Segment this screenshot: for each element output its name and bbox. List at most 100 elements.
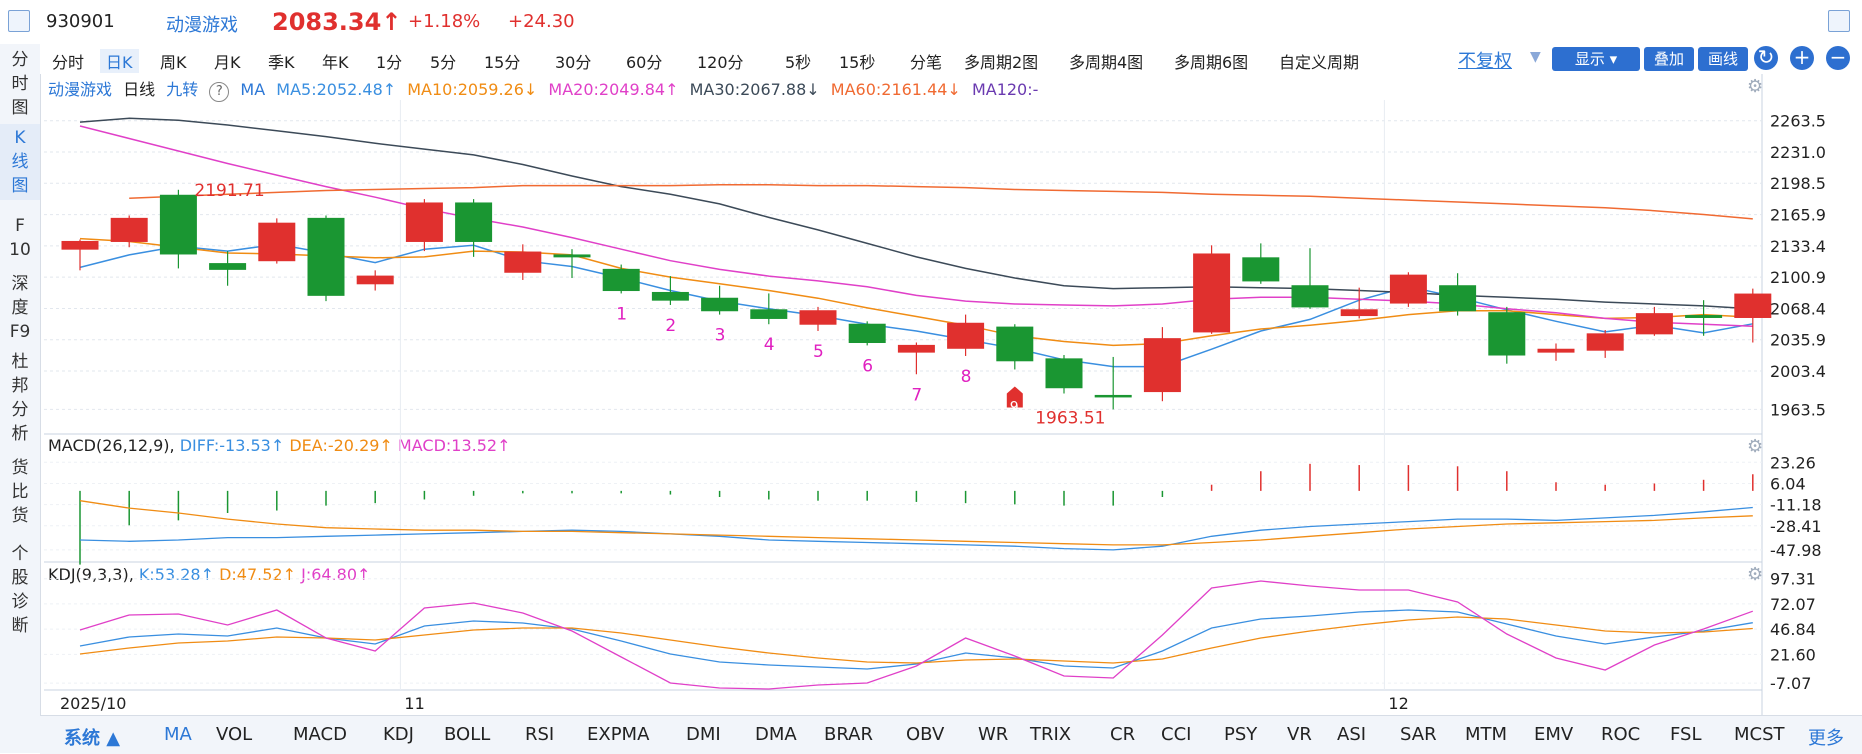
- axis-tick-label: 6.04: [1770, 474, 1806, 493]
- candle-body: [602, 268, 640, 292]
- indicator-bar: 系统 ▲ 更多 MA VOL MACD KDJ BOLL RSI EXPMA DMI DMA BR…: [40, 715, 1862, 754]
- axis-tick-label: 72.07: [1770, 595, 1816, 614]
- indicator-tab[interactable]: VR: [1287, 724, 1312, 745]
- axis-tick-label: 2003.4: [1770, 362, 1826, 381]
- candle-body: [1291, 285, 1329, 308]
- indicator-tab[interactable]: ROC: [1601, 724, 1640, 745]
- indicator-tab[interactable]: MTM: [1465, 724, 1507, 745]
- candle-body: [405, 202, 443, 242]
- nine-turn-number: 8: [961, 367, 972, 387]
- candle-body: [651, 291, 689, 301]
- axis-tick-label: 21.60: [1770, 645, 1816, 664]
- candle-body: [307, 217, 345, 296]
- candle-body: [701, 297, 739, 312]
- candle-body: [504, 251, 542, 273]
- axis-tick-label: 1963.5: [1770, 400, 1826, 419]
- indicator-tab[interactable]: DMI: [686, 724, 721, 745]
- indicator-tab[interactable]: CCI: [1161, 724, 1191, 745]
- date-axis-label: 12: [1388, 694, 1408, 713]
- indicator-tab[interactable]: DMA: [755, 724, 797, 745]
- indicator-tab[interactable]: CR: [1110, 724, 1135, 745]
- candle-body: [1193, 253, 1231, 333]
- nine-turn-number: 6: [862, 356, 873, 376]
- axis-tick-label: 2231.0: [1770, 143, 1826, 162]
- candle-body: [848, 323, 886, 344]
- candle-body: [1685, 315, 1723, 318]
- ma60-line: [129, 183, 1753, 220]
- indicator-tab[interactable]: ASI: [1337, 724, 1366, 745]
- candle-body: [750, 309, 788, 319]
- nine-turn-number: 3: [715, 326, 726, 346]
- axis-tick-label: 23.26: [1770, 453, 1816, 472]
- candle-body: [159, 194, 197, 255]
- axis-tick-label: 2133.4: [1770, 237, 1826, 256]
- kdj-j-line: [79, 580, 1754, 690]
- nine-turn-number: 1: [616, 304, 627, 324]
- axis-tick-label: 2035.9: [1770, 331, 1826, 350]
- nine-turn-number: 7: [911, 385, 922, 405]
- candle-body: [1439, 285, 1477, 312]
- indicator-tab[interactable]: EMV: [1534, 724, 1573, 745]
- candle-body: [1586, 333, 1624, 351]
- kdj-settings-gear-icon[interactable]: ⚙: [1747, 564, 1763, 585]
- axis-tick-label: 2068.4: [1770, 299, 1826, 318]
- axis-tick-label: -28.41: [1770, 517, 1822, 536]
- axis-tick-label: -47.98: [1770, 541, 1822, 560]
- indicator-tab[interactable]: EXPMA: [587, 724, 649, 745]
- nine-turn-number: 4: [764, 335, 775, 355]
- date-axis-label: 11: [404, 694, 424, 713]
- candle-body: [110, 217, 148, 242]
- indicator-tab[interactable]: VOL: [216, 724, 252, 745]
- candle-body: [553, 254, 591, 258]
- system-indicator-menu[interactable]: 系统 ▲: [64, 724, 120, 750]
- kline-chart[interactable]: 2191.711963.5112 3 4 56789 2263.52231.02198…: [0, 0, 1862, 753]
- indicator-tab[interactable]: BOLL: [444, 724, 490, 745]
- indicator-tab[interactable]: RSI: [525, 724, 554, 745]
- candle-body: [455, 202, 493, 242]
- candle-body: [947, 322, 985, 349]
- candle-body: [1340, 309, 1378, 317]
- indicator-tab[interactable]: MCST: [1734, 724, 1785, 745]
- candle-body: [1045, 358, 1083, 389]
- axis-tick-label: -11.18: [1770, 496, 1822, 515]
- candle-body: [996, 326, 1034, 362]
- candle-body: [1242, 257, 1280, 282]
- axis-tick-label: 46.84: [1770, 620, 1816, 639]
- candle-body: [1094, 394, 1132, 398]
- macd-settings-gear-icon[interactable]: ⚙: [1747, 436, 1763, 457]
- candle-body: [897, 344, 935, 353]
- nine-turn-number: 9: [1010, 399, 1019, 415]
- nine-turn-number: 2: [665, 316, 676, 336]
- indicator-tab[interactable]: MACD: [293, 724, 347, 745]
- indicator-tab[interactable]: BRAR: [824, 724, 873, 745]
- macd-diff-line: [79, 506, 1753, 551]
- kdj-d-line: [79, 616, 1753, 664]
- indicator-tab[interactable]: WR: [978, 724, 1008, 745]
- candle-body: [1537, 348, 1575, 353]
- date-axis-label: 2025/10: [60, 694, 126, 713]
- main-settings-gear-icon[interactable]: ⚙: [1747, 76, 1763, 97]
- price-extreme-label: 1963.51: [1035, 408, 1105, 428]
- candle-body: [799, 310, 837, 325]
- macd-dea-line: [79, 500, 1753, 546]
- indicator-tab[interactable]: OBV: [906, 724, 944, 745]
- axis-tick-label: 2198.5: [1770, 174, 1826, 193]
- candle-body: [1488, 312, 1526, 356]
- indicator-tab[interactable]: PSY: [1224, 724, 1257, 745]
- axis-tick-label: -7.07: [1770, 674, 1811, 693]
- more-indicators-button[interactable]: 更多: [1808, 724, 1844, 750]
- indicator-tab[interactable]: TRIX: [1030, 724, 1071, 745]
- indicator-tab[interactable]: SAR: [1400, 724, 1437, 745]
- indicator-tab[interactable]: KDJ: [383, 724, 414, 745]
- candle-body: [61, 240, 99, 250]
- indicator-tab[interactable]: MA: [164, 724, 192, 745]
- candle-body: [1389, 274, 1427, 304]
- candle-body: [1143, 338, 1181, 393]
- nine-turn-number: 5: [813, 342, 824, 362]
- candle-body: [356, 275, 394, 285]
- candle-body: [1635, 313, 1673, 335]
- axis-tick-label: 2100.9: [1770, 268, 1826, 287]
- indicator-tab[interactable]: FSL: [1670, 724, 1702, 745]
- candle-body: [1734, 293, 1772, 318]
- axis-tick-label: 97.31: [1770, 570, 1816, 589]
